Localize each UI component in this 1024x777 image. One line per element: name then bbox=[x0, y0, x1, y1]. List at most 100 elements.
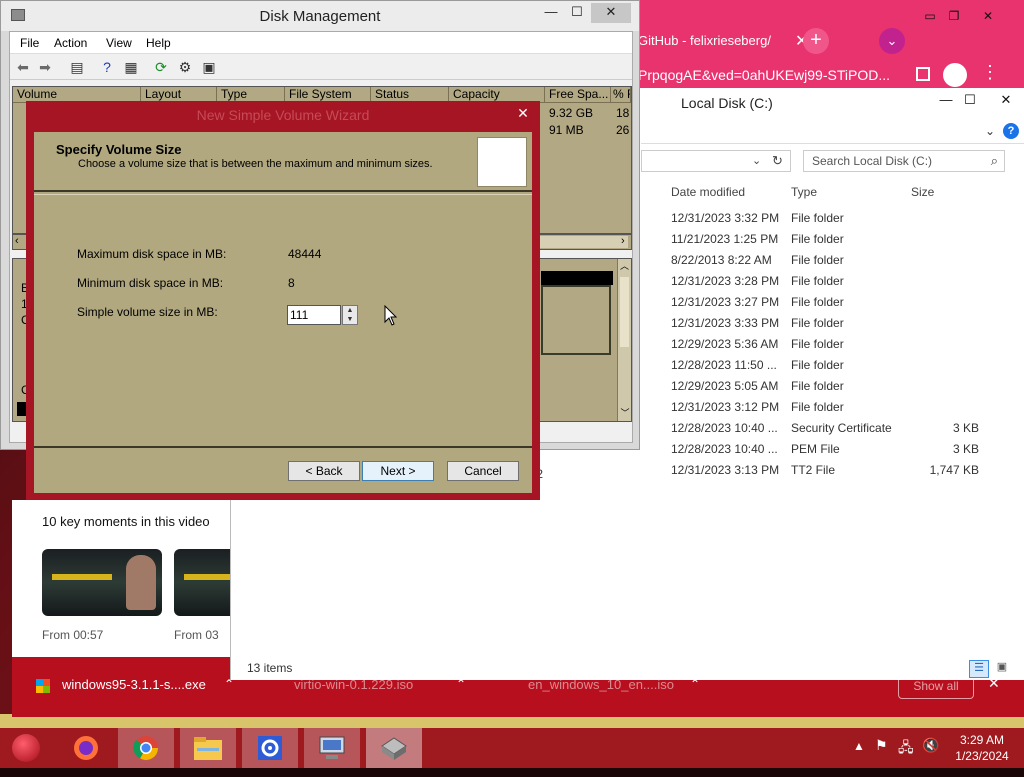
explorer-title: Local Disk (C:) bbox=[681, 95, 773, 111]
scroll-down-icon[interactable]: ﹀ bbox=[618, 406, 632, 419]
chrome-icon[interactable] bbox=[118, 728, 174, 768]
percent-free-value: 26 bbox=[616, 123, 630, 137]
date-modified-cell: 12/29/2023 5:36 AM bbox=[671, 337, 779, 351]
type-cell: File folder bbox=[791, 379, 844, 393]
download-item[interactable]: windows95-3.1.1-s....exe bbox=[62, 677, 206, 692]
chrome-window: GitHub - felixrieseberg/ ✕ + ⌄ ▭ ❐ ✕ Prp… bbox=[635, 0, 1024, 90]
profile-avatar-icon[interactable] bbox=[943, 63, 967, 87]
search-input[interactable]: Search Local Disk (C:) ⌕ bbox=[803, 150, 1005, 172]
network-icon[interactable]: 🖧 bbox=[898, 737, 914, 761]
side-panel-icon[interactable] bbox=[916, 67, 930, 81]
maximize-icon[interactable]: ☐ bbox=[955, 92, 985, 112]
disk-icon[interactable]: ▣ bbox=[200, 58, 218, 76]
refresh-icon[interactable]: ⟳ bbox=[152, 58, 170, 76]
min-space-label: Minimum disk space in MB: bbox=[77, 276, 224, 290]
clock[interactable]: 3:29 AM 1/23/2024 bbox=[952, 732, 1012, 764]
flag-icon[interactable]: ⚑ bbox=[875, 737, 888, 754]
new-simple-volume-wizard: New Simple Volume Wizard ✕ Specify Volum… bbox=[26, 101, 540, 500]
help-icon[interactable]: ? bbox=[98, 58, 116, 76]
refresh-icon[interactable]: ↻ bbox=[772, 153, 783, 169]
type-cell: File folder bbox=[791, 211, 844, 225]
close-icon[interactable]: ✕ bbox=[991, 92, 1021, 112]
type-cell: File folder bbox=[791, 232, 844, 246]
min-space-value: 8 bbox=[288, 276, 295, 290]
volume-size-input[interactable] bbox=[287, 305, 341, 325]
date-modified-cell: 12/31/2023 3:33 PM bbox=[671, 316, 780, 330]
chevron-down-icon[interactable]: ⌄ bbox=[879, 28, 905, 54]
free-space-value: 9.32 GB bbox=[549, 106, 594, 120]
max-space-value: 48444 bbox=[288, 247, 322, 261]
menu-file[interactable]: File bbox=[20, 36, 39, 50]
scroll-thumb[interactable] bbox=[620, 277, 629, 347]
explorer-titlebar: Local Disk (C:) — ☐ ✕ bbox=[641, 88, 1024, 120]
address-bar-text[interactable]: PrpqogAE&ved=0ahUKEwj99-STiPOD... bbox=[635, 60, 905, 90]
chevron-down-icon[interactable]: ⌄ bbox=[985, 124, 995, 138]
kebab-menu-icon[interactable]: ⋮ bbox=[981, 62, 999, 83]
file-explorer-icon[interactable] bbox=[180, 728, 236, 768]
vertical-scrollbar[interactable]: ︿ ﹀ bbox=[617, 259, 631, 421]
menu-help[interactable]: Help bbox=[146, 36, 171, 50]
scroll-left-icon[interactable]: ‹ bbox=[15, 235, 19, 247]
percent-free-value: 18 bbox=[616, 106, 630, 120]
moment-label[interactable]: From 00:57 bbox=[42, 628, 103, 642]
close-icon[interactable]: ✕ bbox=[591, 3, 631, 23]
size-cell: 3 KB bbox=[952, 421, 979, 435]
volume-size-stepper[interactable]: ▲ ▼ bbox=[342, 305, 358, 325]
volume-muted-icon[interactable]: 🔇 bbox=[922, 737, 939, 754]
firefox-icon[interactable] bbox=[58, 728, 114, 768]
properties-icon[interactable]: ▦ bbox=[122, 58, 140, 76]
date-modified-cell: 12/28/2023 10:40 ... bbox=[671, 421, 778, 435]
moment-thumbnail[interactable] bbox=[42, 549, 162, 616]
date-modified-cell: 11/21/2023 1:25 PM bbox=[671, 232, 779, 246]
back-arrow-icon[interactable]: ⬅ bbox=[14, 58, 32, 76]
chevron-down-icon[interactable]: ⌄ bbox=[752, 154, 761, 167]
type-cell: Security Certificate bbox=[791, 421, 892, 435]
scroll-up-icon[interactable]: ︿ bbox=[618, 259, 631, 272]
computer-management-icon[interactable] bbox=[304, 728, 360, 768]
scroll-right-icon[interactable]: › bbox=[621, 235, 625, 247]
partition-box[interactable] bbox=[541, 285, 611, 355]
column-date-modified[interactable]: Date modified bbox=[671, 185, 745, 199]
back-button[interactable]: < Back bbox=[288, 461, 360, 481]
windows-file-icon bbox=[36, 679, 50, 693]
large-icons-view-icon[interactable]: ▣ bbox=[993, 660, 1011, 678]
date-modified-cell: 12/31/2023 3:13 PM bbox=[671, 463, 780, 477]
dm-titlebar: Disk Management — ☐ ✕ bbox=[1, 1, 639, 31]
type-cell: File folder bbox=[791, 274, 844, 288]
chrome-tab-title[interactable]: GitHub - felixrieseberg/ bbox=[635, 28, 795, 54]
column-percent-free[interactable]: % F bbox=[611, 87, 631, 103]
wizard-body: Specify Volume Size Choose a volume size… bbox=[34, 132, 532, 493]
new-tab-icon[interactable]: + bbox=[803, 28, 829, 54]
settings-icon[interactable]: ⚙ bbox=[176, 58, 194, 76]
scroll-thumb[interactable] bbox=[540, 236, 628, 248]
spin-up-icon[interactable]: ▲ bbox=[343, 306, 357, 315]
type-cell: File folder bbox=[791, 358, 844, 372]
address-bar[interactable]: ⌄ ↻ bbox=[641, 150, 791, 172]
help-icon[interactable]: ? bbox=[1003, 123, 1019, 139]
column-size[interactable]: Size bbox=[911, 185, 934, 199]
show-hidden-icons-icon[interactable]: ▲ bbox=[853, 739, 865, 753]
close-icon[interactable]: ✕ bbox=[508, 103, 538, 123]
volume-size-label: Simple volume size in MB: bbox=[77, 305, 218, 319]
date-modified-cell: 12/31/2023 3:27 PM bbox=[671, 295, 780, 309]
forward-arrow-icon[interactable]: ➡ bbox=[36, 58, 54, 76]
console-tree-icon[interactable]: ▤ bbox=[68, 58, 86, 76]
column-free-space[interactable]: Free Spa... bbox=[545, 87, 611, 103]
column-type[interactable]: Type bbox=[791, 185, 817, 199]
close-icon[interactable]: ✕ bbox=[973, 8, 1003, 26]
start-button[interactable] bbox=[12, 734, 40, 762]
menu-bar: File Action View Help bbox=[10, 32, 632, 54]
spin-down-icon[interactable]: ▼ bbox=[343, 315, 357, 324]
menu-action[interactable]: Action bbox=[54, 36, 87, 50]
cancel-button[interactable]: Cancel bbox=[447, 461, 519, 481]
wizard-title: New Simple Volume Wizard bbox=[196, 107, 370, 123]
moment-label[interactable]: From 03 bbox=[174, 628, 219, 642]
details-view-icon[interactable]: ☰ bbox=[969, 660, 989, 678]
disk-management-taskbar-icon[interactable] bbox=[366, 728, 422, 768]
menu-view[interactable]: View bbox=[106, 36, 132, 50]
clock-time: 3:29 AM bbox=[959, 733, 1005, 747]
next-button[interactable]: Next > bbox=[362, 461, 434, 481]
size-cell: 1,747 KB bbox=[929, 463, 979, 477]
settings-gear-icon[interactable] bbox=[242, 728, 298, 768]
restore-icon[interactable]: ❐ bbox=[939, 8, 969, 26]
